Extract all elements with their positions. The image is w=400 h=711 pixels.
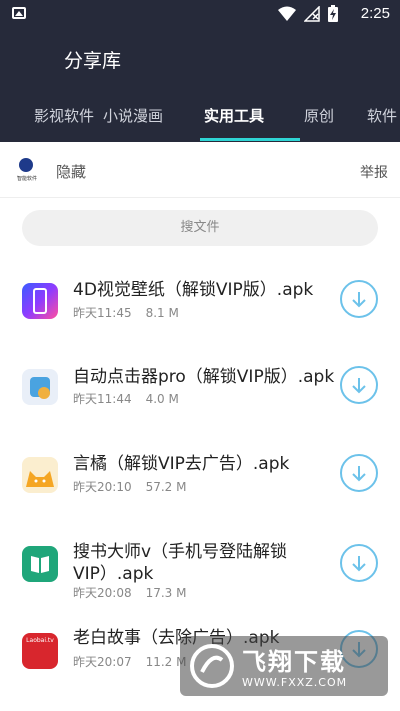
no-signal-icon <box>304 5 320 22</box>
phone-icon <box>33 288 47 314</box>
file-size: 8.1 M <box>145 306 179 320</box>
download-button[interactable] <box>340 366 378 404</box>
tab-utility-tools[interactable]: 实用工具 <box>204 105 264 126</box>
app-icon-auto-clicker <box>22 369 58 405</box>
cat-icon <box>26 471 54 487</box>
list-item[interactable]: 搜书大师v（手机号登陆解锁VIP）.apk 昨天20:08 17.3 M <box>0 524 400 604</box>
file-name: 4D视觉壁纸（解锁VIP版）.apk <box>73 280 314 300</box>
file-name: 搜书大师v（手机号登陆解锁VIP）.apk <box>73 542 288 584</box>
list-item[interactable]: 自动点击器pro（解锁VIP版）.apk 昨天11:44 4.0 M <box>0 349 400 429</box>
channel-logo[interactable]: 智能软件 <box>14 156 40 184</box>
app-icon-book-master <box>22 546 58 582</box>
app-icon-yanju <box>22 457 58 493</box>
app-icon-label: Laobai.tv <box>26 637 54 644</box>
file-date: 昨天11:45 <box>73 306 132 320</box>
file-date: 昨天11:44 <box>73 392 132 406</box>
file-date: 昨天20:10 <box>73 480 132 494</box>
watermark-title: 飞翔下载 <box>242 648 346 676</box>
download-arrow-icon <box>352 378 366 394</box>
file-meta: 昨天20:10 57.2 M <box>73 478 186 495</box>
tab-software[interactable]: 软件 <box>367 105 397 126</box>
file-name: 言橘（解锁VIP去广告）.apk <box>73 454 290 474</box>
tab-film-software[interactable]: 影视软件 <box>34 105 94 126</box>
file-meta: 昨天20:07 11.2 M <box>73 653 186 670</box>
active-tab-indicator <box>200 138 300 141</box>
watermark: 飞翔下载 WWW.FXXZ.COM <box>180 636 388 696</box>
page-title: 分享库 <box>64 50 122 72</box>
list-item[interactable]: 言橘（解锁VIP去广告）.apk 昨天20:10 57.2 M <box>0 436 400 516</box>
download-button[interactable] <box>340 544 378 582</box>
clock: 2:25 <box>360 5 390 22</box>
download-arrow-icon <box>352 556 366 572</box>
app-icon-laobai: Laobai.tv <box>22 633 58 669</box>
file-date: 昨天20:07 <box>73 655 132 669</box>
channel-logo-text: 智能软件 <box>16 176 37 182</box>
file-meta: 昨天11:44 4.0 M <box>73 390 179 407</box>
channel-bar: 智能软件 隐藏 举报 <box>0 142 400 198</box>
download-button[interactable] <box>340 454 378 492</box>
channel-logo-emblem <box>19 158 33 172</box>
list-item[interactable]: 4D视觉壁纸（解锁VIP版）.apk 昨天11:45 8.1 M <box>0 262 400 342</box>
app-header: 分享库 <box>0 28 400 90</box>
image-notification-icon <box>12 7 26 19</box>
download-button[interactable] <box>340 280 378 318</box>
search-input[interactable]: 搜文件 <box>22 210 378 246</box>
file-meta: 昨天11:45 8.1 M <box>73 304 179 321</box>
file-size: 17.3 M <box>145 586 187 600</box>
tab-original[interactable]: 原创 <box>304 105 334 126</box>
download-arrow-icon <box>352 292 366 308</box>
wifi-icon <box>278 6 296 21</box>
watermark-url: WWW.FXXZ.COM <box>242 676 348 689</box>
category-tabs: ​ 影视软件 小说漫画 实用工具 原创 软件 <box>0 90 400 142</box>
download-arrow-icon <box>352 466 366 482</box>
report-button[interactable]: 举报 <box>360 162 388 182</box>
book-icon <box>31 556 49 573</box>
watermark-logo-icon <box>190 644 234 688</box>
file-name: 自动点击器pro（解锁VIP版）.apk <box>73 367 335 387</box>
battery-charging-icon <box>328 5 338 22</box>
file-size: 57.2 M <box>145 480 187 494</box>
tab-novel-comics[interactable]: 小说漫画 <box>103 105 163 126</box>
hand-tap-icon <box>30 377 50 399</box>
file-date: 昨天20:08 <box>73 586 132 600</box>
app-icon-4d-wallpaper <box>22 283 58 319</box>
file-size: 4.0 M <box>145 392 179 406</box>
status-bar: 2:25 <box>0 0 400 28</box>
status-icons <box>278 5 338 22</box>
file-meta: 昨天20:08 17.3 M <box>73 584 186 601</box>
hide-button[interactable]: 隐藏 <box>56 161 86 182</box>
